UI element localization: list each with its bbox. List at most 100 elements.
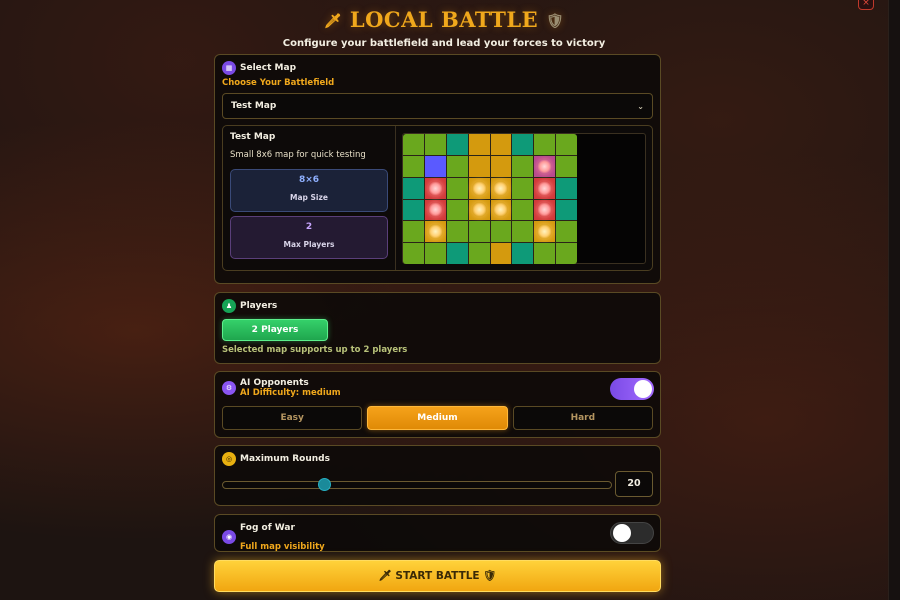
map-tile [446, 155, 468, 177]
difficulty-hard-button[interactable]: Hard [512, 406, 653, 430]
map-info: Test Map Small 8x6 map for quick testing… [223, 126, 396, 270]
map-tile [534, 177, 556, 199]
map-tile [468, 134, 490, 155]
map-tile [490, 155, 512, 177]
spawn-marker [537, 180, 553, 196]
spawn-marker [537, 158, 553, 174]
rounds-slider-thumb[interactable] [317, 478, 331, 491]
map-card: Test Map Small 8x6 map for quick testing… [222, 125, 653, 271]
target-icon: ◎ [222, 452, 236, 466]
map-tile [556, 221, 577, 243]
map-section-title: Select Map [240, 63, 297, 73]
shield-icon: 🛡 [483, 570, 497, 582]
sword-icon: 🗡 [323, 13, 343, 30]
difficulty-medium-button[interactable]: Medium [367, 406, 508, 430]
map-tile [468, 243, 490, 264]
map-tile [512, 199, 534, 221]
map-tile [534, 221, 556, 243]
map-tile [403, 177, 424, 199]
map-tile [446, 199, 468, 221]
map-tile [534, 134, 556, 155]
map-tile [556, 134, 577, 155]
spawn-marker [537, 202, 553, 218]
map-tile [490, 177, 512, 199]
map-preview [402, 133, 646, 264]
start-battle-label: START BATTLE [395, 570, 480, 582]
map-tile [512, 177, 534, 199]
max-players-value: 2 [305, 222, 313, 232]
ai-difficulty-text: AI Difficulty: medium [240, 388, 341, 398]
map-tile [512, 155, 534, 177]
map-tile [403, 155, 424, 177]
rounds-slider[interactable] [222, 478, 612, 491]
map-tile [556, 177, 577, 199]
map-tile [403, 221, 424, 243]
eye-icon: ◉ [222, 530, 236, 544]
users-icon: ♟ [222, 299, 236, 313]
fog-of-war-toggle[interactable] [610, 522, 654, 544]
map-tile [424, 243, 446, 264]
map-tile [534, 243, 556, 264]
start-battle-button[interactable]: 🗡 START BATTLE 🛡 [214, 560, 661, 592]
choose-battlefield-label: Choose Your Battlefield [222, 78, 335, 88]
map-size-value: 8×6 [298, 175, 320, 185]
sword-icon: 🗡 [378, 570, 392, 582]
ai-section-title: AI Opponents [240, 378, 309, 388]
map-tile [512, 221, 534, 243]
map-select-value: Test Map [231, 101, 277, 111]
map-tile [468, 199, 490, 221]
rounds-section: ◎ Maximum Rounds 20 [214, 445, 661, 506]
map-tile [556, 243, 577, 264]
map-tile [424, 134, 446, 155]
players-count-button[interactable]: 2 Players [222, 319, 328, 341]
map-size-label: Map Size [290, 193, 328, 202]
map-tile [424, 199, 446, 221]
max-players-stat: 2 Max Players [230, 216, 388, 259]
map-tile [490, 134, 512, 155]
map-select[interactable]: Test Map ⌄ [222, 93, 653, 119]
fog-description: Full map visibility [240, 542, 325, 552]
difficulty-easy-button[interactable]: Easy [222, 406, 363, 430]
map-tile [403, 243, 424, 264]
shield-icon: 🛡 [545, 13, 565, 30]
rounds-section-title: Maximum Rounds [240, 454, 330, 464]
difficulty-selector: Easy Medium Hard [222, 406, 653, 430]
map-tile [490, 221, 512, 243]
robot-icon: ⚙ [222, 381, 236, 395]
map-tile [424, 177, 446, 199]
map-section: ▦ Select Map Choose Your Battlefield Tes… [214, 54, 661, 284]
map-description: Small 8x6 map for quick testing [230, 150, 366, 160]
map-tile [424, 221, 446, 243]
page-subtitle: Configure your battlefield and lead your… [282, 37, 606, 49]
fog-section: ◉ Fog of War Full map visibility [214, 514, 661, 552]
spawn-marker [427, 180, 443, 196]
map-tile [534, 155, 556, 177]
map-tile [556, 155, 577, 177]
max-players-label: Max Players [283, 240, 335, 249]
map-name: Test Map [230, 132, 276, 142]
spawn-marker [537, 224, 553, 240]
map-tile [446, 243, 468, 264]
spawn-marker [471, 180, 487, 196]
scrollbar[interactable] [888, 0, 900, 600]
rounds-value-input[interactable]: 20 [615, 471, 653, 497]
page-title: 🗡 LOCAL BATTLE 🛡 [323, 7, 565, 32]
spawn-marker [427, 202, 443, 218]
map-tile [424, 155, 446, 177]
map-tile [556, 199, 577, 221]
spawn-marker [471, 202, 487, 218]
map-size-stat: 8×6 Map Size [230, 169, 388, 212]
map-tile [490, 199, 512, 221]
map-tile [468, 155, 490, 177]
map-tile [446, 177, 468, 199]
spawn-marker [493, 180, 509, 196]
toggle-knob [613, 524, 631, 542]
chevron-down-icon: ⌄ [637, 101, 644, 111]
map-tile [512, 134, 534, 155]
map-tile [446, 134, 468, 155]
players-section-title: Players [240, 301, 278, 311]
page-header: 🗡 LOCAL BATTLE 🛡 Configure your battlefi… [0, 6, 888, 49]
map-tile [512, 243, 534, 264]
ai-opponents-toggle[interactable] [610, 378, 654, 400]
map-tile [403, 134, 424, 155]
